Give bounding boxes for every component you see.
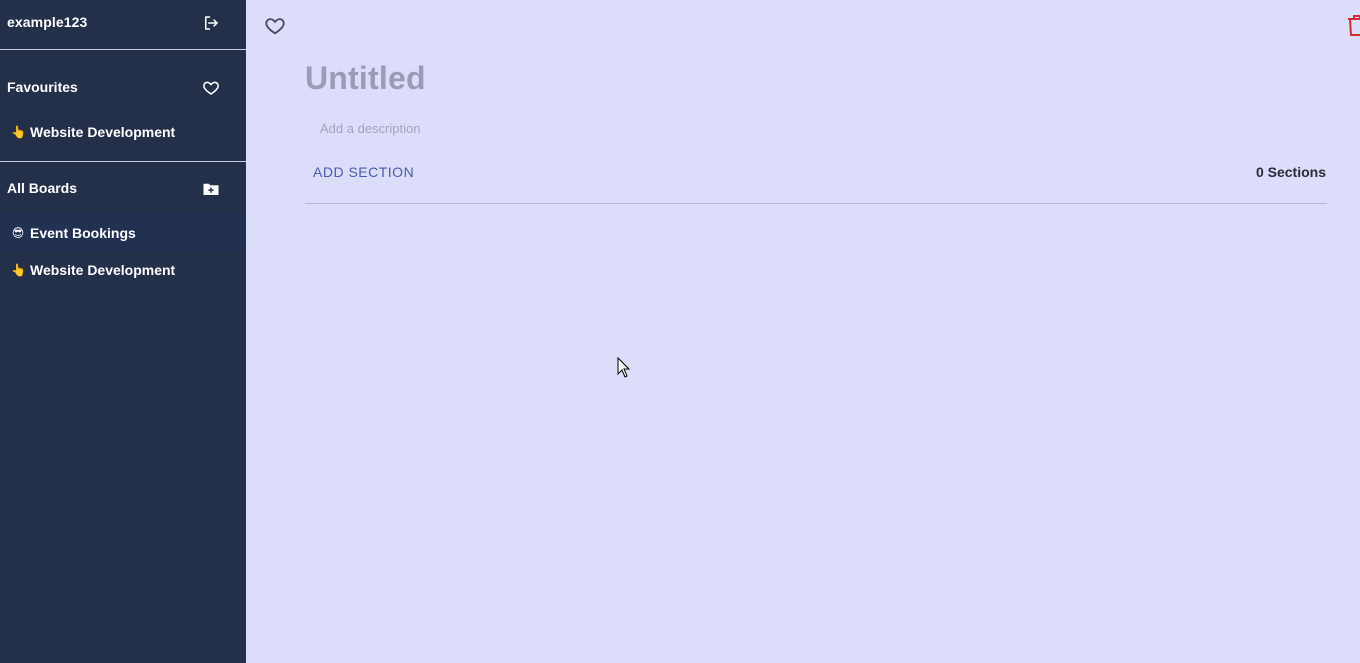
board-item-label: Event Bookings xyxy=(30,224,136,241)
board-emoji: 👆 xyxy=(11,124,26,139)
board-description-input[interactable]: Add a description xyxy=(320,121,420,136)
app: example123 Favourites 👆 Website Developm… xyxy=(0,0,1360,663)
favourite-item[interactable]: 👆 Website Development xyxy=(0,113,246,150)
board-emoji: 😎 xyxy=(11,225,25,240)
sidebar: example123 Favourites 👆 Website Developm… xyxy=(0,0,246,663)
heart-icon[interactable] xyxy=(201,78,221,98)
add-section-button[interactable]: ADD SECTION xyxy=(313,164,414,180)
mouse-cursor-icon xyxy=(617,357,631,378)
trash-icon[interactable] xyxy=(1347,14,1360,38)
board-title-input[interactable]: Untitled xyxy=(305,60,426,97)
favourite-item-label: Website Development xyxy=(30,123,176,140)
add-folder-icon[interactable] xyxy=(201,179,221,199)
sidebar-divider xyxy=(0,161,246,162)
board-item-event-bookings[interactable]: 😎 Event Bookings xyxy=(0,214,246,251)
section-divider xyxy=(305,203,1327,204)
all-boards-title: All Boards xyxy=(7,180,78,196)
board-emoji: 👆 xyxy=(11,262,26,277)
section-count: 0 Sections xyxy=(1255,164,1326,180)
board-item-website-development[interactable]: 👆 Website Development xyxy=(0,251,246,288)
logout-icon[interactable] xyxy=(201,13,221,33)
favourites-title: Favourites xyxy=(7,79,78,95)
username: example123 xyxy=(7,14,88,30)
heart-outline-icon[interactable] xyxy=(263,14,287,38)
board-item-label: Website Development xyxy=(30,261,176,278)
sidebar-header: example123 xyxy=(0,0,246,50)
